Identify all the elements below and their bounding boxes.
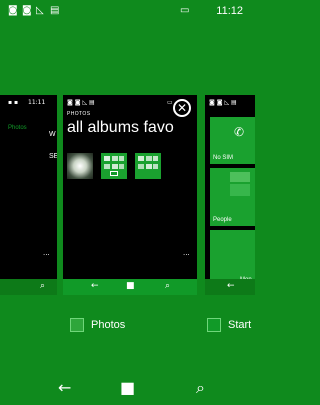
photos-app-icon [70,318,84,332]
message-icon: ▤ [50,5,60,16]
label-se: SE [49,153,57,160]
more-icon: ... [43,248,50,257]
mini-status-icons: ▪ ▪ [8,99,19,106]
start-app-icon [207,318,221,332]
close-icon: ✕ [176,101,188,115]
status-bar: ◙ ◙ ◺ ▤ ▭ 11:12 [0,0,255,22]
back-icon: ← [227,281,235,291]
signal-icon-2: ◙ [22,5,32,16]
phone-tile[interactable]: ✆ No SIM [210,117,255,164]
back-button[interactable]: ← [58,380,71,396]
mini-status-icons: ◙ ◙ ◺ ▤ [209,99,237,106]
start-app-label[interactable]: Start [207,318,255,334]
photo-thumbnail-1[interactable] [67,153,93,179]
mini-battery-icon: ▭ [167,99,173,106]
album-thumbnail-2[interactable] [101,153,127,179]
clock: 11:12 [216,5,243,17]
close-app-button[interactable]: ✕ [173,99,191,117]
more-icon: ... [183,248,190,257]
extra-tile[interactable]: Mon [210,230,255,286]
back-icon: ← [91,281,99,291]
windows-icon: ■ [126,281,135,291]
bottom-nav-bar: ← ■ ⌕ [0,375,255,405]
signal-icon: ◙ [8,5,18,16]
pivot-title: all albums favo [67,119,174,136]
section-label: PHOTOS [67,111,91,117]
mini-status-icons: ◙ ◙ ◺ ▤ [67,99,95,106]
album-thumbnail-3[interactable] [135,153,161,179]
people-tile-label: People [213,217,232,223]
phone-tile-label: No SIM [213,155,234,161]
mini-time: 11:11 [28,99,46,106]
battery-icon: ▭ [180,5,190,16]
photos-label: Photos [91,319,126,331]
label-w: W [49,131,56,138]
wifi-icon: ◺ [36,5,44,16]
people-tile[interactable]: People [210,168,255,226]
search-button[interactable]: ⌕ [196,380,205,396]
card-navbar: ← [205,279,255,295]
app-card-left[interactable]: ▪ ▪ 11:11 Photos W SE ... ⌕ [0,95,57,295]
search-icon: ⌕ [165,281,171,291]
phone-icon: ✆ [234,125,245,139]
photos-small-label: Photos [8,125,27,131]
search-icon: ⌕ [40,281,46,291]
app-card-photos[interactable]: ◙ ◙ ◺ ▤ ▭ PHOTOS all albums favo ... ≡ ←… [63,95,197,295]
start-button[interactable]: ■ [120,380,135,396]
photos-app-label[interactable]: Photos [70,318,190,334]
card-navbar: ⌕ [0,279,57,295]
start-label: Start [228,319,252,331]
card-navbar: ← ■ ⌕ [63,279,197,295]
app-card-start[interactable]: ◙ ◙ ◺ ▤ ✆ No SIM People Mon ← [205,95,255,295]
